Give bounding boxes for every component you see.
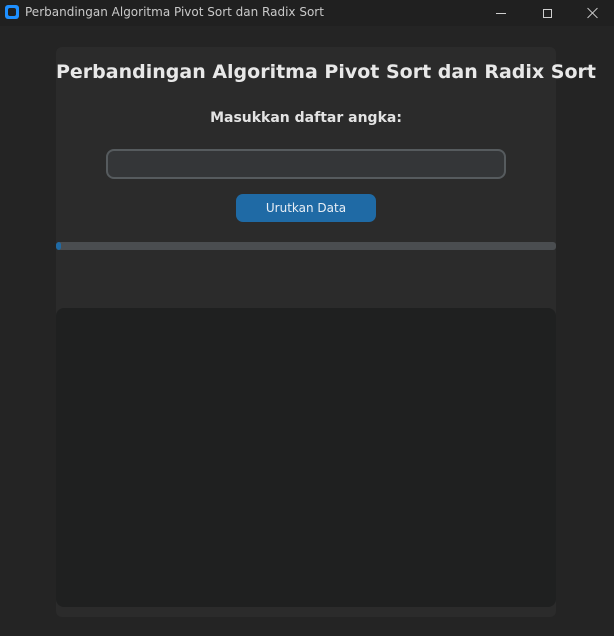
minimize-icon — [496, 12, 506, 14]
title-bar[interactable]: Perbandingan Algoritma Pivot Sort dan Ra… — [0, 0, 614, 26]
page-title: Perbandingan Algoritma Pivot Sort dan Ra… — [56, 61, 596, 83]
progress-fill — [56, 242, 61, 250]
maximize-icon — [542, 8, 552, 18]
input-label: Masukkan daftar angka: — [210, 110, 402, 126]
main-frame: Perbandingan Algoritma Pivot Sort dan Ra… — [56, 47, 596, 617]
app-icon — [5, 5, 19, 19]
progress-bar — [56, 242, 556, 250]
app-window: Perbandingan Algoritma Pivot Sort dan Ra… — [0, 0, 614, 636]
window-title: Perbandingan Algoritma Pivot Sort dan Ra… — [25, 5, 324, 19]
numbers-input[interactable] — [106, 149, 506, 179]
sort-button[interactable]: Urutkan Data — [236, 194, 376, 222]
close-icon — [587, 7, 599, 19]
output-textbox[interactable] — [56, 308, 556, 607]
close-button[interactable] — [570, 0, 614, 26]
maximize-button[interactable] — [524, 0, 570, 26]
minimize-button[interactable] — [478, 0, 524, 26]
